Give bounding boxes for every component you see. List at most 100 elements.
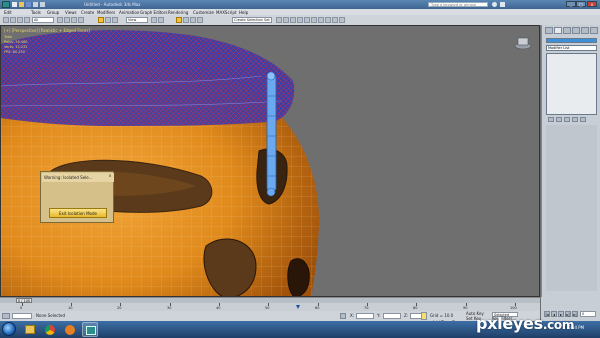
viewport-statistics: Total Polys: 26,460 Verts: 13,232 FPS: 6… — [4, 35, 28, 55]
exit-isolation-button[interactable]: Exit Isolation Mode — [49, 208, 107, 218]
viewport-label[interactable]: [+] [Perspective] [Realistic + Edged Fac… — [4, 28, 90, 33]
tab-modify[interactable] — [554, 27, 562, 34]
select-move-icon[interactable] — [98, 17, 104, 23]
maxscript-mini-listener[interactable] — [12, 313, 32, 319]
tick-label: 40 — [216, 306, 221, 310]
pin-stack-icon[interactable] — [548, 117, 554, 122]
help-icon[interactable] — [500, 2, 505, 7]
show-end-result-icon[interactable] — [556, 117, 562, 122]
mirror-icon[interactable] — [276, 17, 282, 23]
make-unique-icon[interactable] — [564, 117, 570, 122]
object-name-field[interactable] — [546, 38, 597, 43]
select-by-name-icon[interactable] — [64, 17, 70, 23]
tab-utilities[interactable] — [590, 27, 598, 34]
start-button[interactable] — [2, 322, 16, 336]
modifier-list-dropdown[interactable]: Modifier List — [546, 45, 597, 51]
search-icon[interactable] — [492, 2, 497, 7]
skewer-object — [266, 73, 277, 193]
mouth-hole-right — [287, 258, 310, 296]
tick-label: 80 — [413, 306, 418, 310]
watermark-suffix: .com — [542, 318, 575, 332]
angle-snap-icon[interactable] — [183, 17, 189, 23]
y-coord-field[interactable] — [383, 313, 401, 319]
tab-motion[interactable] — [572, 27, 580, 34]
unlink-icon[interactable] — [24, 17, 30, 23]
schematic-view-icon[interactable] — [311, 17, 317, 23]
taskbar-app-explorer[interactable] — [22, 322, 38, 337]
percent-snap-icon[interactable] — [190, 17, 196, 23]
perspective-viewport[interactable]: [+] [Perspective] [Realistic + Edged Fac… — [0, 25, 540, 297]
maximize-button[interactable]: □ — [576, 1, 586, 7]
tick-label: 0 — [20, 306, 23, 310]
open-file-icon[interactable] — [19, 2, 24, 7]
taskbar-app-chrome[interactable] — [42, 322, 58, 337]
tab-display[interactable] — [581, 27, 589, 34]
tab-hierarchy[interactable] — [563, 27, 571, 34]
render-setup-icon[interactable] — [325, 17, 331, 23]
modifier-stack[interactable] — [546, 53, 597, 115]
app-logo-icon[interactable] — [2, 1, 10, 8]
current-frame-field[interactable]: 0 — [580, 311, 596, 317]
redo-icon[interactable] — [40, 2, 45, 7]
maxscript-listener-icon[interactable] — [2, 313, 10, 319]
spinner-snap-icon[interactable] — [197, 17, 203, 23]
select-rotate-icon[interactable] — [105, 17, 111, 23]
taskbar-app-media[interactable] — [62, 322, 78, 337]
close-button[interactable]: x — [587, 1, 597, 7]
tick-label: 70 — [364, 306, 369, 310]
y-coord-label: Y: — [377, 313, 381, 318]
new-file-icon[interactable] — [12, 2, 17, 7]
rect-selection-icon[interactable] — [71, 17, 77, 23]
tick-label: 20 — [117, 306, 122, 310]
search-input[interactable]: Type a keyword or phrase — [428, 2, 488, 7]
configure-sets-icon[interactable] — [580, 117, 586, 122]
grid-size: Grid = 10.0 — [430, 313, 454, 318]
window-title: Untitled - Autodesk 3ds Max — [84, 2, 141, 7]
parameters-rollout — [546, 125, 597, 291]
x-coord-field[interactable] — [356, 313, 374, 319]
3dsmax-icon — [86, 326, 96, 335]
watermark-text: pxleyes — [476, 314, 543, 333]
undo-icon[interactable] — [33, 2, 38, 7]
close-icon[interactable]: x — [107, 173, 113, 179]
tick-label: 30 — [167, 306, 172, 310]
undo-icon[interactable] — [3, 17, 9, 23]
watermark: pxleyes.com — [476, 314, 574, 333]
redo-icon[interactable] — [10, 17, 16, 23]
key-marker[interactable] — [296, 305, 300, 309]
taskbar-app-3dsmax[interactable] — [82, 322, 98, 337]
snaps-toggle-icon[interactable] — [176, 17, 182, 23]
isolation-warning-dialog: Warning: Isolated Sele... x Exit Isolati… — [40, 171, 114, 223]
tick-label: 100 — [510, 306, 517, 310]
align-icon[interactable] — [283, 17, 289, 23]
add-time-tag-icon[interactable] — [421, 312, 427, 320]
minimize-button[interactable]: _ — [566, 1, 576, 7]
stack-buttons — [546, 117, 597, 122]
rendered-frame-icon[interactable] — [332, 17, 338, 23]
remove-modifier-icon[interactable] — [572, 117, 578, 122]
dialog-title: Warning: Isolated Sele... — [44, 175, 93, 180]
material-editor-icon[interactable] — [318, 17, 324, 23]
lock-selection-icon[interactable] — [340, 313, 346, 319]
command-panel-tabs — [545, 27, 598, 35]
tick-label: 50 — [265, 306, 270, 310]
chrome-icon — [45, 325, 55, 335]
stat-fps: FPS: 60.230 — [4, 50, 25, 54]
render-production-icon[interactable] — [339, 17, 345, 23]
save-file-icon[interactable] — [26, 2, 31, 7]
manipulate-icon[interactable] — [158, 17, 164, 23]
graphite-tools-icon[interactable] — [297, 17, 303, 23]
selection-filter-dropdown[interactable]: All — [32, 17, 54, 23]
select-scale-icon[interactable] — [112, 17, 118, 23]
curve-editor-icon[interactable] — [304, 17, 310, 23]
window-crossing-icon[interactable] — [78, 17, 84, 23]
pivot-center-icon[interactable] — [151, 17, 157, 23]
reference-coord-dropdown[interactable]: View — [126, 17, 148, 23]
named-selection-sets-dropdown[interactable]: Create Selection Set — [232, 17, 272, 23]
tick-label: 90 — [463, 306, 468, 310]
select-object-icon[interactable] — [57, 17, 63, 23]
layer-manager-icon[interactable] — [290, 17, 296, 23]
link-icon[interactable] — [17, 17, 23, 23]
tab-create[interactable] — [545, 27, 553, 34]
z-coord-label: Z: — [404, 313, 409, 318]
